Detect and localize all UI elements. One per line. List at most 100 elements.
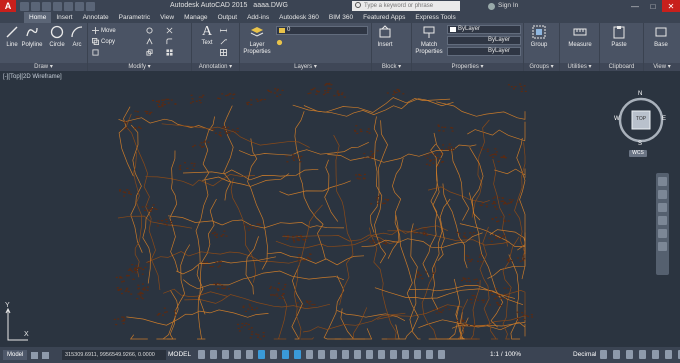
group-tool[interactable]: Group [528,25,550,49]
quick-properties-icon[interactable] [600,350,607,359]
units-icon[interactable] [438,350,445,359]
annotation-panel-label[interactable]: Annotation ▾ [192,63,239,71]
coordinate-readout[interactable]: 315309.6911, 9956549.9266, 0.0000 [62,350,166,360]
tab-insert[interactable]: Insert [51,12,77,23]
move-tool[interactable]: Move [92,26,116,35]
tab-output[interactable]: Output [213,12,243,23]
maximize-icon[interactable]: □ [644,0,662,12]
saveas-icon[interactable] [53,1,62,11]
viewcube-north[interactable]: N [638,91,642,97]
hardware-acceleration-icon[interactable] [639,350,646,359]
save-icon[interactable] [42,1,51,11]
tab-add-ins[interactable]: Add-ins [242,12,274,23]
block-panel-label[interactable]: Block ▾ [372,63,411,71]
tab-view[interactable]: View [155,12,179,23]
model-space-button[interactable]: MODEL [168,350,191,360]
lineweight-icon[interactable] [306,350,313,359]
transparency-icon[interactable] [318,350,325,359]
annotation-monitor-icon[interactable] [426,350,433,359]
dimension-tool[interactable] [220,26,227,35]
workspace-icon[interactable] [414,350,421,359]
mirror-tool[interactable] [146,37,153,46]
annotation-scale-value[interactable]: 1:1 / 100% [490,350,521,360]
units-value[interactable]: Decimal [573,350,596,360]
match-properties-tool[interactable]: Match Properties [415,25,443,56]
viewcube-south[interactable]: S [638,141,642,147]
groups-panel-label[interactable]: Groups ▾ [524,63,559,71]
properties-panel-label[interactable]: Properties ▾ [412,63,523,71]
osnap-icon[interactable] [294,350,301,359]
layer-dropdown[interactable]: 0 [276,26,368,35]
ortho-icon[interactable] [246,350,253,359]
navbar-settings-icon[interactable] [658,242,667,251]
rotate-tool[interactable] [146,26,153,35]
viewcube-west[interactable]: W [614,116,620,122]
sign-in-button[interactable]: Sign In [488,1,518,11]
circle-tool[interactable]: Circle [46,25,68,49]
polyline-tool[interactable]: Polyline [21,25,43,49]
ducs-icon[interactable] [354,350,361,359]
layers-panel-label[interactable]: Layers ▾ [240,63,371,71]
isodraft-icon[interactable] [270,350,277,359]
clean-screen-icon[interactable] [652,350,659,359]
autocad-logo-icon[interactable]: A [0,0,16,12]
tab-parametric[interactable]: Parametric [114,12,155,23]
print-icon[interactable] [64,1,73,11]
view-panel-label[interactable]: View ▾ [644,63,680,71]
measure-tool[interactable]: Measure [566,25,594,49]
line-tool[interactable]: Line [1,25,23,49]
orbit-icon[interactable] [658,216,667,225]
polar-icon[interactable] [258,350,265,359]
tab-autodesk-360[interactable]: Autodesk 360 [274,12,324,23]
tab-bim-360[interactable]: BIM 360 [324,12,358,23]
layer-properties-tool[interactable]: Layer Properties [243,25,271,56]
paste-tool[interactable]: Paste [608,25,630,49]
tab-express-tools[interactable]: Express Tools [410,12,460,23]
auto-scale-icon[interactable] [390,350,397,359]
search-input[interactable]: Type a keyword or phrase [352,1,460,11]
array-tool[interactable] [166,48,173,57]
base-tool[interactable]: Base [650,25,672,49]
isolate-objects-icon[interactable] [626,350,633,359]
table-tool[interactable] [220,48,227,57]
insert-tool[interactable]: Insert [374,25,396,49]
zoom-icon[interactable] [658,203,667,212]
gizmo-icon[interactable] [366,350,373,359]
viewport-controls-label[interactable]: [-][Top][2D Wireframe] [3,74,62,80]
model-tab[interactable]: Model [3,350,28,360]
modify-panel-label[interactable]: Modify ▾ [88,63,191,71]
trim-tool[interactable] [166,26,173,35]
close-icon[interactable]: ✕ [662,0,680,12]
linetype-dropdown[interactable]: ByLayer [447,36,521,45]
annotation-visibility-icon[interactable] [378,350,385,359]
layout-tab-icon[interactable] [31,351,39,359]
lock-ui-icon[interactable] [613,350,620,359]
dynamic-input-icon[interactable] [234,350,241,359]
color-dropdown[interactable]: ByLayer [447,25,521,34]
text-tool[interactable]: A Text [196,25,218,47]
utilities-panel-label[interactable]: Utilities ▾ [560,63,599,71]
tab-annotate[interactable]: Annotate [78,12,114,23]
scale-tool[interactable] [146,48,153,57]
arc-tool[interactable]: Arc [66,25,88,49]
wcs-menu[interactable]: WCS [629,150,647,157]
viewcube-east[interactable]: E [662,116,666,122]
lineweight-dropdown[interactable]: ByLayer [447,47,521,56]
customization-icon[interactable] [665,350,672,359]
drawing-canvas[interactable] [0,71,680,347]
otrack-icon[interactable] [282,350,289,359]
open-icon[interactable] [31,1,40,11]
minimize-icon[interactable]: — [626,0,644,12]
stretch-tool[interactable] [92,48,99,57]
pan-icon[interactable] [658,190,667,199]
annotation-scale-icon[interactable] [402,350,409,359]
draw-panel-label[interactable]: Draw ▾ [0,63,87,71]
new-icon[interactable] [20,1,29,11]
3d-osnap-icon[interactable] [342,350,349,359]
steering-wheel-icon[interactable] [658,177,667,186]
tab-manage[interactable]: Manage [179,12,213,23]
tab-home[interactable]: Home [24,12,52,23]
leader-tool[interactable] [220,37,227,46]
add-layout-icon[interactable] [42,351,50,359]
selection-cycling-icon[interactable] [330,350,337,359]
